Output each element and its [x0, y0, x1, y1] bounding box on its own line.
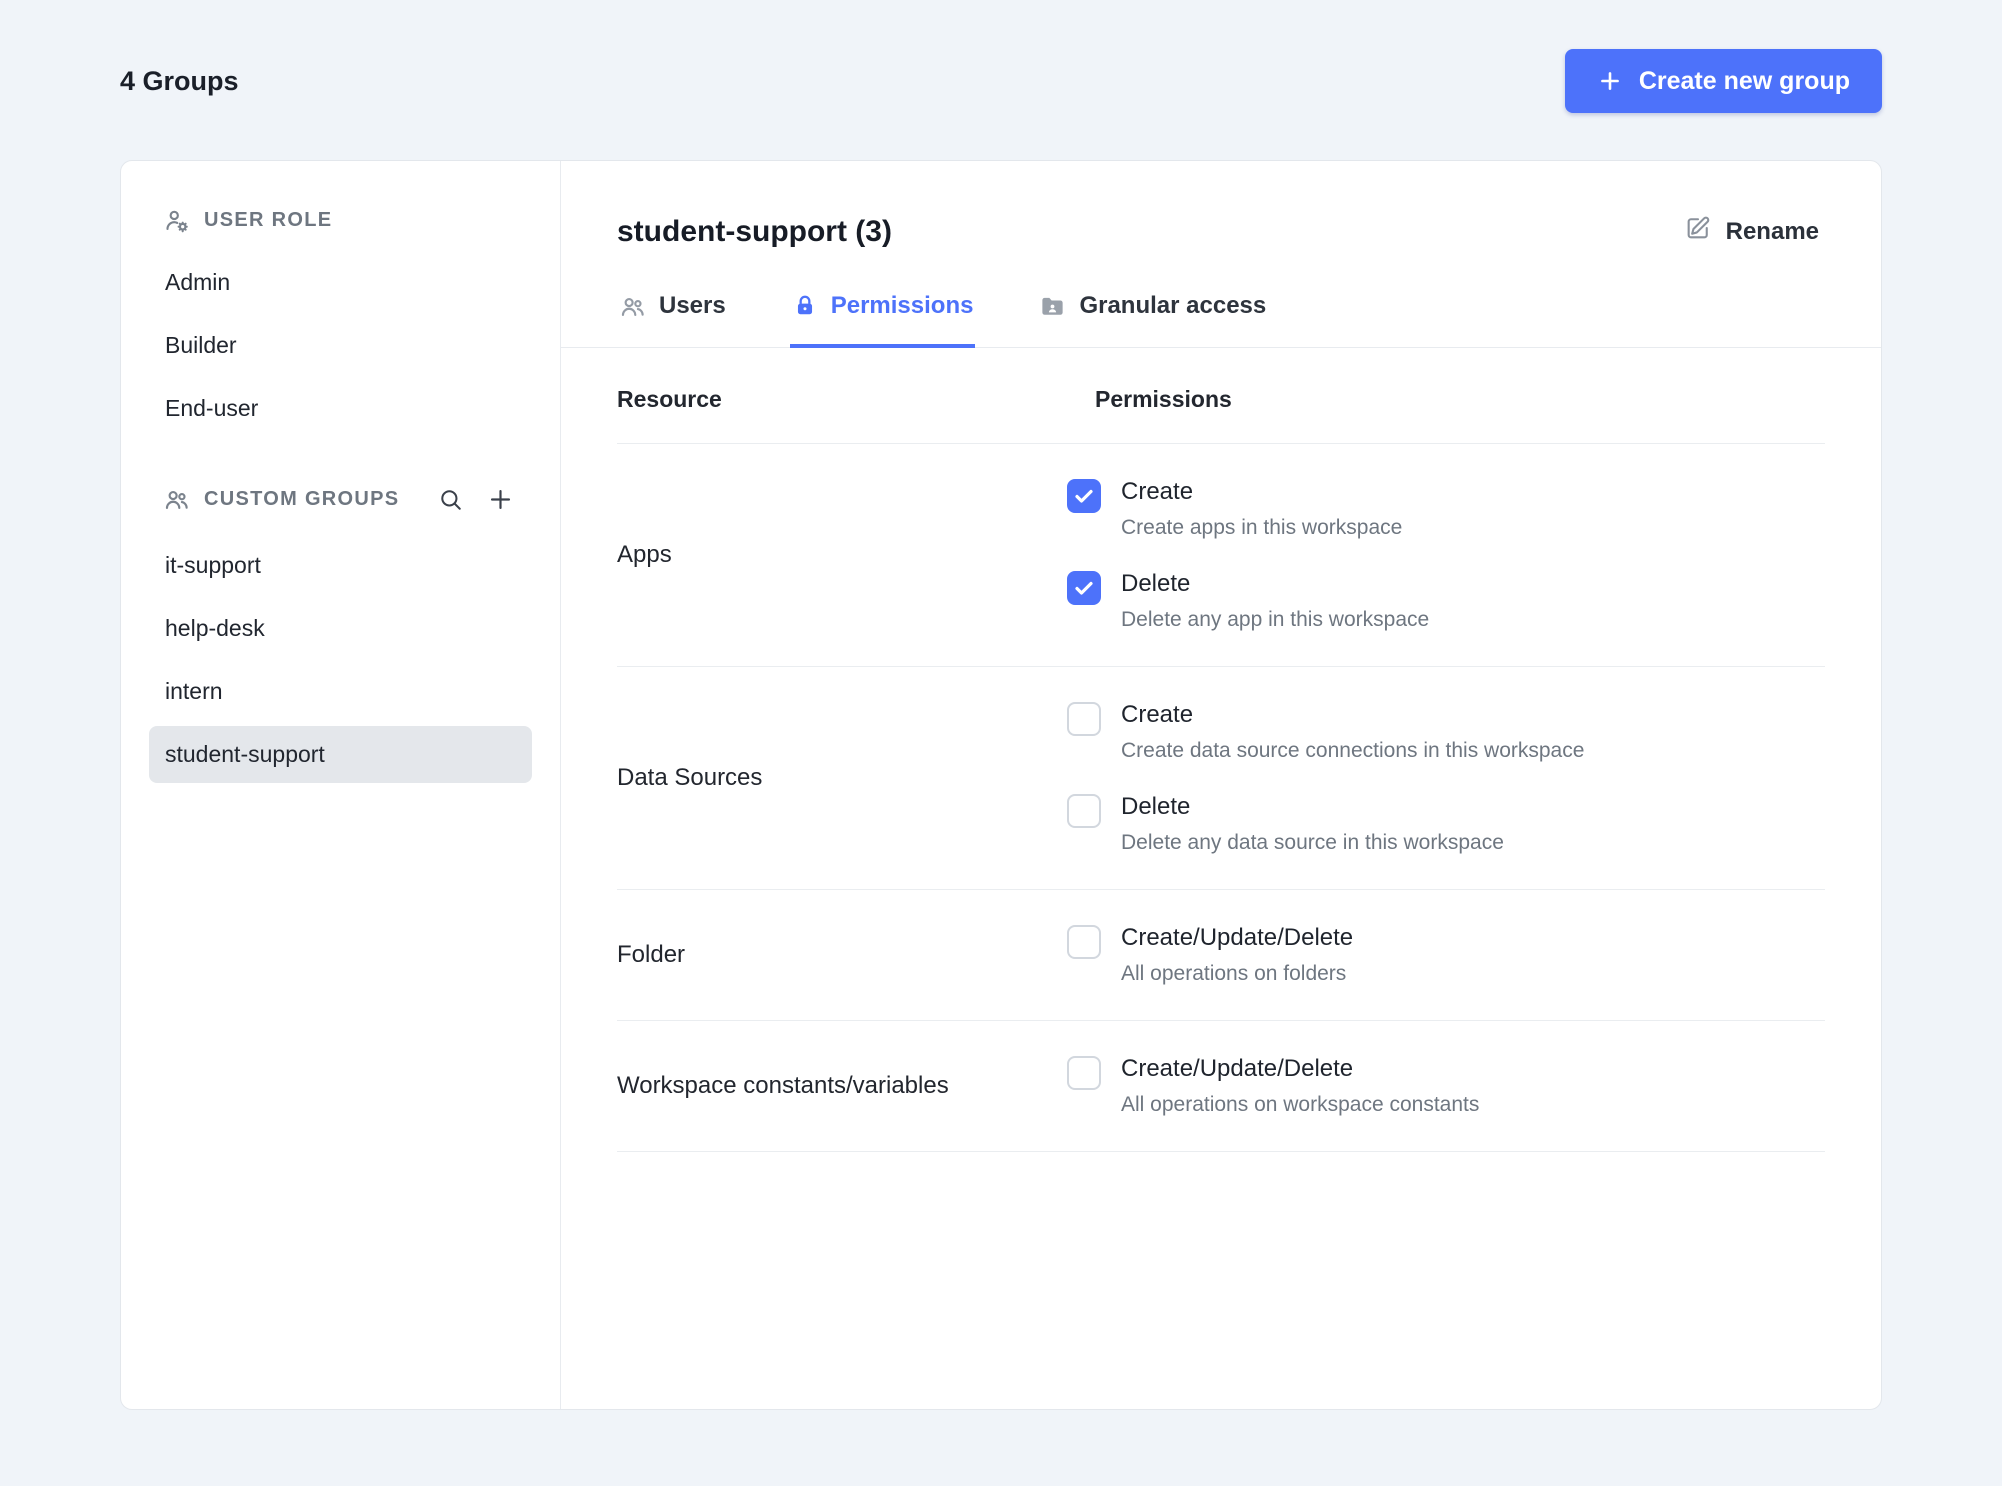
- permission-label: Delete: [1121, 793, 1191, 820]
- group-detail-panel: student-support (3) Rename Users Permiss…: [561, 161, 1881, 1409]
- sidebar-item-it-support[interactable]: it-support: [149, 537, 532, 594]
- workspace-constants-cud-checkbox[interactable]: [1067, 1056, 1101, 1090]
- users-icon: [163, 486, 190, 513]
- create-new-group-button[interactable]: Create new group: [1564, 49, 1882, 113]
- tab-users-label: Users: [659, 292, 726, 319]
- permission-item: Create Create apps in this workspace: [1067, 478, 1429, 540]
- table-row: Folder Create/Update/Delete All operatio…: [617, 889, 1825, 1020]
- sidebar-item-student-support[interactable]: student-support: [149, 726, 532, 783]
- folder-user-icon: [1039, 293, 1066, 320]
- permission-item: Delete Delete any app in this workspace: [1067, 570, 1429, 632]
- search-icon[interactable]: [432, 481, 468, 517]
- permissions-table: Resource Permissions Apps Create Create …: [561, 348, 1881, 1152]
- permission-description: Create data source connections in this w…: [1121, 739, 1585, 762]
- permission-item: Delete Delete any data source in this wo…: [1067, 793, 1584, 855]
- sidebar-item-admin[interactable]: Admin: [149, 254, 532, 311]
- permission-item: Create/Update/Delete All operations on f…: [1067, 924, 1353, 986]
- permission-description: All operations on folders: [1121, 962, 1347, 985]
- permission-label: Create/Update/Delete: [1121, 1055, 1354, 1082]
- permission-description: Delete any app in this workspace: [1121, 608, 1430, 631]
- table-header-row: Resource Permissions: [617, 348, 1825, 443]
- permission-description: Create apps in this workspace: [1121, 516, 1403, 539]
- user-role-header-label: USER ROLE: [204, 209, 333, 231]
- permission-item: Create Create data source connections in…: [1067, 701, 1584, 763]
- sidebar: USER ROLE Admin Builder End-user CUSTOM …: [121, 161, 561, 1409]
- rename-label: Rename: [1725, 217, 1819, 245]
- permissions-column-header: Permissions: [1095, 386, 1232, 412]
- group-title: student-support (3): [617, 214, 892, 248]
- sidebar-item-help-desk[interactable]: help-desk: [149, 600, 532, 657]
- sidebar-item-intern[interactable]: intern: [149, 663, 532, 720]
- sidebar-item-builder[interactable]: Builder: [149, 317, 532, 374]
- permission-description: All operations on workspace constants: [1121, 1093, 1480, 1116]
- table-row: Apps Create Create apps in this workspac…: [617, 443, 1825, 666]
- datasources-delete-checkbox[interactable]: [1067, 794, 1101, 828]
- edit-pencil-icon: [1684, 214, 1712, 249]
- permission-label: Create/Update/Delete: [1121, 924, 1354, 951]
- resource-label: Data Sources: [617, 764, 763, 791]
- tab-users[interactable]: Users: [617, 288, 728, 348]
- tab-permissions[interactable]: Permissions: [789, 288, 976, 348]
- permission-label: Create: [1121, 701, 1194, 728]
- custom-groups-header-label: CUSTOM GROUPS: [204, 487, 400, 510]
- datasources-create-checkbox[interactable]: [1067, 702, 1101, 736]
- users-icon: [619, 293, 646, 320]
- user-gear-icon: [163, 207, 190, 234]
- folder-cud-checkbox[interactable]: [1067, 925, 1101, 959]
- sidebar-item-end-user[interactable]: End-user: [149, 380, 532, 437]
- tab-granular-access[interactable]: Granular access: [1037, 288, 1268, 348]
- user-role-list: Admin Builder End-user: [149, 254, 532, 437]
- table-row: Data Sources Create Create data source c…: [617, 666, 1825, 889]
- topbar: 4 Groups Create new group: [120, 48, 1882, 114]
- lock-icon: [792, 293, 818, 319]
- resource-column-header: Resource: [617, 386, 722, 412]
- rename-button[interactable]: Rename: [1678, 213, 1825, 250]
- user-role-header: USER ROLE: [149, 207, 532, 234]
- resource-label: Apps: [617, 541, 672, 568]
- groups-card: USER ROLE Admin Builder End-user CUSTOM …: [120, 160, 1882, 1410]
- permission-label: Delete: [1121, 570, 1191, 597]
- tab-granular-access-label: Granular access: [1079, 292, 1267, 319]
- apps-create-checkbox[interactable]: [1067, 479, 1101, 513]
- permission-label: Create: [1121, 478, 1194, 505]
- plus-icon: [1597, 68, 1623, 94]
- apps-delete-checkbox[interactable]: [1067, 571, 1101, 605]
- groups-page: 4 Groups Create new group USER ROLE Admi…: [0, 0, 2002, 1486]
- tabs-bar: Users Permissions Granular access: [561, 288, 1881, 348]
- permission-description: Delete any data source in this workspace: [1121, 831, 1504, 854]
- tab-permissions-label: Permissions: [830, 292, 974, 319]
- resource-label: Folder: [617, 941, 686, 968]
- resource-label: Workspace constants/variables: [617, 1072, 949, 1099]
- table-row: Workspace constants/variables Create/Upd…: [617, 1020, 1825, 1152]
- custom-groups-list: it-support help-desk intern student-supp…: [149, 537, 532, 783]
- page-title: 4 Groups: [120, 65, 239, 96]
- permission-item: Create/Update/Delete All operations on w…: [1067, 1055, 1479, 1117]
- add-group-icon[interactable]: [482, 481, 518, 517]
- group-detail-header: student-support (3) Rename: [561, 161, 1881, 250]
- custom-groups-header: CUSTOM GROUPS: [149, 481, 532, 517]
- create-new-group-label: Create new group: [1638, 66, 1850, 95]
